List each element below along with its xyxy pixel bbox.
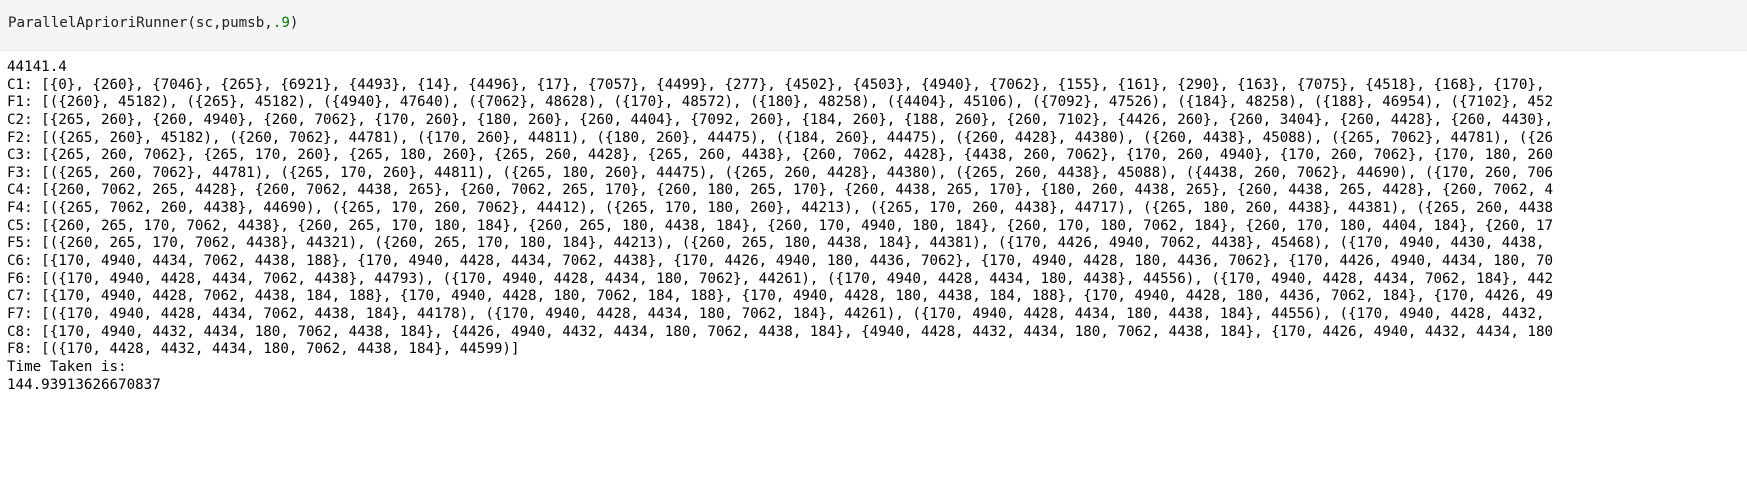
output-line-c5: C5: [{260, 265, 170, 7062, 4438}, {260, …	[7, 217, 1554, 234]
output-line-c4: C4: [{260, 7062, 265, 4428}, {260, 7062,…	[7, 182, 1554, 199]
output-line-c8: C8: [{170, 4940, 4432, 4434, 180, 7062, …	[7, 323, 1554, 340]
code-cell-input[interactable]: ParallelAprioriRunner(sc,pumsb,.9)	[0, 0, 1747, 51]
output-line-c1: C1: [{0}, {260}, {7046}, {265}, {6921}, …	[7, 76, 1545, 93]
output-line-time-label: Time Taken is:	[7, 358, 127, 375]
output-line-f7: F7: [({170, 4940, 4428, 4434, 7062, 4438…	[7, 305, 1545, 322]
output-line-time-value: 144.93913626670837	[7, 376, 161, 393]
output-line-support-threshold: 44141.4	[7, 59, 67, 75]
code-number-literal: .9	[272, 15, 290, 31]
output-line-f5: F5: [({260, 265, 170, 7062, 4438}, 44321…	[7, 235, 1545, 252]
code-line[interactable]: ParallelAprioriRunner(sc,pumsb,.9)	[8, 15, 298, 31]
output-line-c3: C3: [{265, 260, 7062}, {265, 170, 260}, …	[7, 147, 1554, 164]
output-line-f1: F1: [({260}, 45182), ({265}, 45182), ({4…	[7, 94, 1554, 111]
output-line-c6: C6: [{170, 4940, 4434, 7062, 4438, 188},…	[7, 253, 1554, 270]
output-line-c7: C7: [{170, 4940, 4428, 7062, 4438, 184, …	[7, 288, 1554, 305]
output-line-f4: F4: [({265, 7062, 260, 4438}, 44690), ({…	[7, 200, 1554, 217]
output-line-f3: F3: [({265, 260, 7062}, 44781), ({265, 1…	[7, 164, 1554, 181]
code-function-call: ParallelAprioriRunner(sc,pumsb,	[8, 15, 273, 31]
output-line-f2: F2: [({265, 260}, 45182), ({260, 7062}, …	[7, 129, 1554, 146]
code-cell-output: 44141.4 C1: [{0}, {260}, {7046}, {265}, …	[7, 59, 1747, 394]
output-line-f6: F6: [({170, 4940, 4428, 4434, 7062, 4438…	[7, 270, 1554, 287]
code-close-paren: )	[289, 15, 299, 31]
output-line-f8: F8: [({170, 4428, 4432, 4434, 180, 7062,…	[7, 341, 520, 358]
output-line-c2: C2: [{265, 260}, {260, 4940}, {260, 7062…	[7, 111, 1554, 128]
